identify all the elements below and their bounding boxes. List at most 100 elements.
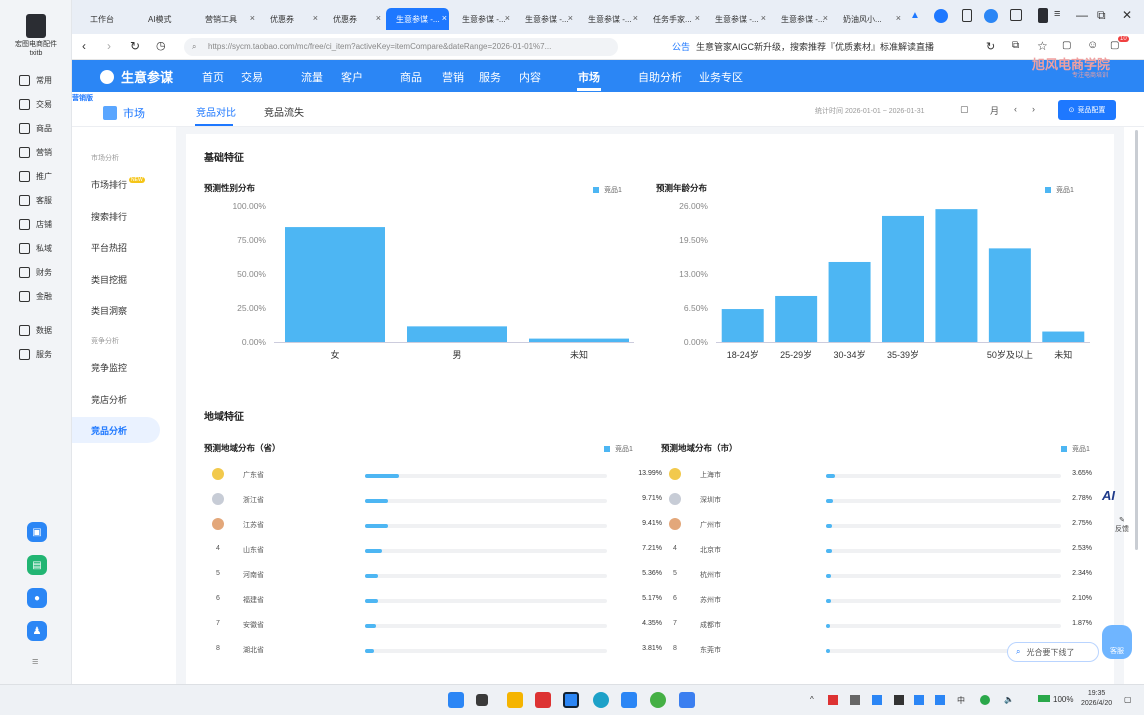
tray-icon[interactable]	[914, 695, 924, 705]
region-row[interactable]: 广东省 13.99%	[212, 466, 662, 486]
browser-tab[interactable]: 生意参谋 -... ×	[386, 8, 449, 30]
close-tab-icon[interactable]: ×	[823, 13, 828, 23]
top-nav-item[interactable]: 内容	[519, 69, 541, 85]
tray-icon[interactable]	[850, 695, 860, 705]
brand[interactable]: 生意参谋	[100, 67, 173, 86]
minimize-button[interactable]: —	[1076, 8, 1088, 22]
browser-tab[interactable]: 营销工具 ×	[195, 8, 257, 30]
favorite-star-icon[interactable]: ☆	[1037, 39, 1048, 53]
forward-button[interactable]: ›	[107, 39, 111, 53]
close-tab-icon[interactable]: ×	[313, 13, 318, 23]
bar[interactable]	[935, 209, 978, 342]
customer-service-button[interactable]: 客服	[1102, 625, 1132, 659]
battery-indicator[interactable]: 100%	[1038, 695, 1073, 704]
bar[interactable]	[529, 338, 629, 342]
menu-item-shop-analysis[interactable]: 竞店分析	[72, 386, 160, 412]
top-nav-item[interactable]: 服务	[479, 69, 501, 85]
top-nav-item[interactable]: 流量	[301, 69, 323, 85]
prev-period-button[interactable]: ‹	[1014, 104, 1017, 114]
collection-icon[interactable]: ▢	[1062, 40, 1071, 51]
url-field[interactable]: ⌕ https://sycm.taobao.com/mc/free/ci_ite…	[184, 38, 618, 56]
rail-item[interactable]: 私域	[0, 236, 72, 260]
rail-item[interactable]: 营销	[0, 140, 72, 164]
region-row[interactable]: 7 成都市 1.87%	[669, 616, 1099, 636]
app-shortcut-2[interactable]: ▤	[27, 555, 47, 575]
scrollbar[interactable]	[1135, 130, 1138, 550]
region-row[interactable]: 上海市 3.65%	[669, 466, 1099, 486]
top-nav-item[interactable]: 自助分析	[638, 69, 682, 85]
smile-icon[interactable]: ☺	[1087, 39, 1098, 51]
taskview-icon[interactable]	[476, 694, 488, 706]
menu-item-search-rank[interactable]: 搜索排行	[72, 203, 160, 229]
tray-icon[interactable]	[935, 695, 945, 705]
more-menu-icon[interactable]: ≡	[32, 656, 38, 668]
help-search-input[interactable]: ⌕ 光合要下线了	[1007, 642, 1099, 662]
refresh-icon[interactable]: ↻	[986, 40, 995, 53]
rail-item[interactable]: 店铺	[0, 212, 72, 236]
app-icon[interactable]	[679, 692, 695, 708]
edge-icon[interactable]	[593, 692, 609, 708]
top-nav-item[interactable]: 业务专区	[699, 69, 743, 85]
next-period-button[interactable]: ›	[1032, 104, 1035, 114]
close-tab-icon[interactable]: ×	[633, 13, 638, 23]
tab-competitor-loss[interactable]: 竞品流失	[264, 104, 304, 119]
tray-up-icon[interactable]: ^	[810, 695, 814, 704]
close-tab-icon[interactable]: ×	[695, 13, 700, 23]
browser-tab[interactable]: 生意参谋 -... ×	[452, 8, 512, 30]
back-button[interactable]: ‹	[82, 39, 86, 53]
period-month[interactable]: 月	[990, 104, 999, 117]
rail-item[interactable]: 客服	[0, 188, 72, 212]
close-tab-icon[interactable]: ×	[761, 13, 766, 23]
wechat-icon[interactable]	[980, 695, 990, 705]
tray-icon[interactable]	[872, 695, 882, 705]
browser-tab[interactable]: 优惠券 ×	[323, 8, 383, 30]
browser-tab[interactable]: 奶油风小... ×	[833, 8, 903, 30]
ai-assistant-button[interactable]: AI	[1102, 488, 1115, 503]
rail-item[interactable]: 交易	[0, 92, 72, 116]
tray-icon[interactable]	[894, 695, 904, 705]
history-icon[interactable]: ◷	[156, 39, 166, 52]
rail-item[interactable]: 商品	[0, 116, 72, 140]
app-shortcut-3[interactable]: ●	[27, 588, 47, 608]
rail-item[interactable]: 金融	[0, 284, 72, 308]
rail-item[interactable]: 财务	[0, 260, 72, 284]
app-shortcut-4[interactable]: ♟	[27, 621, 47, 641]
close-tab-icon[interactable]: ×	[442, 13, 447, 23]
menu-item-category-mining[interactable]: 类目挖掘	[72, 266, 160, 292]
browser-icon[interactable]	[650, 692, 666, 708]
top-nav-item[interactable]: 营销	[442, 69, 464, 85]
rail-item[interactable]: 常用	[0, 68, 72, 92]
bar[interactable]	[775, 295, 818, 342]
tray-icon[interactable]	[828, 695, 838, 705]
competitor-config-button[interactable]: ⊙ 竞品配置	[1058, 100, 1116, 120]
copy-icon[interactable]: ⧉	[1012, 40, 1019, 51]
menu-item-item-analysis[interactable]: 竞品分析	[72, 417, 160, 443]
close-window-button[interactable]: ✕	[1122, 8, 1132, 22]
region-row[interactable]: 深圳市 2.78%	[669, 491, 1099, 511]
extension-icon[interactable]: ▲	[910, 10, 920, 21]
wps-icon[interactable]	[535, 692, 551, 708]
volume-icon[interactable]: 🔈	[1004, 695, 1014, 704]
close-tab-icon[interactable]: ×	[250, 13, 255, 23]
bar[interactable]	[988, 248, 1031, 342]
region-row[interactable]: 4 北京市 2.53%	[669, 541, 1099, 561]
bar[interactable]	[882, 215, 924, 342]
menu-item-category-insight[interactable]: 类目洞察	[72, 297, 160, 323]
region-row[interactable]: 5 杭州市 2.34%	[669, 566, 1099, 586]
rail-item[interactable]: 数据	[0, 318, 72, 342]
edit-icon[interactable]	[1010, 9, 1022, 21]
top-nav-item[interactable]: 首页	[202, 69, 224, 85]
top-nav-item[interactable]: 客户	[341, 69, 363, 85]
browser-tab[interactable]: 工作台	[80, 8, 134, 30]
input-method-icon[interactable]: 中	[957, 695, 965, 706]
region-row[interactable]: 7 安徽省 4.35%	[212, 616, 662, 636]
announcement[interactable]: 公告 生意管家AIGC新升级，搜索推荐『优质素材』标准解读直播	[672, 40, 934, 53]
folder-icon[interactable]	[507, 692, 523, 708]
restore-button[interactable]: ⧉	[1097, 8, 1106, 23]
rail-item[interactable]: 服务	[0, 342, 72, 366]
top-nav-item[interactable]: 商品	[400, 69, 422, 85]
region-row[interactable]: 江苏省 9.41%	[212, 516, 662, 536]
reload-button[interactable]: ↻	[130, 39, 140, 53]
bar[interactable]	[407, 326, 507, 342]
close-tab-icon[interactable]: ×	[505, 13, 510, 23]
